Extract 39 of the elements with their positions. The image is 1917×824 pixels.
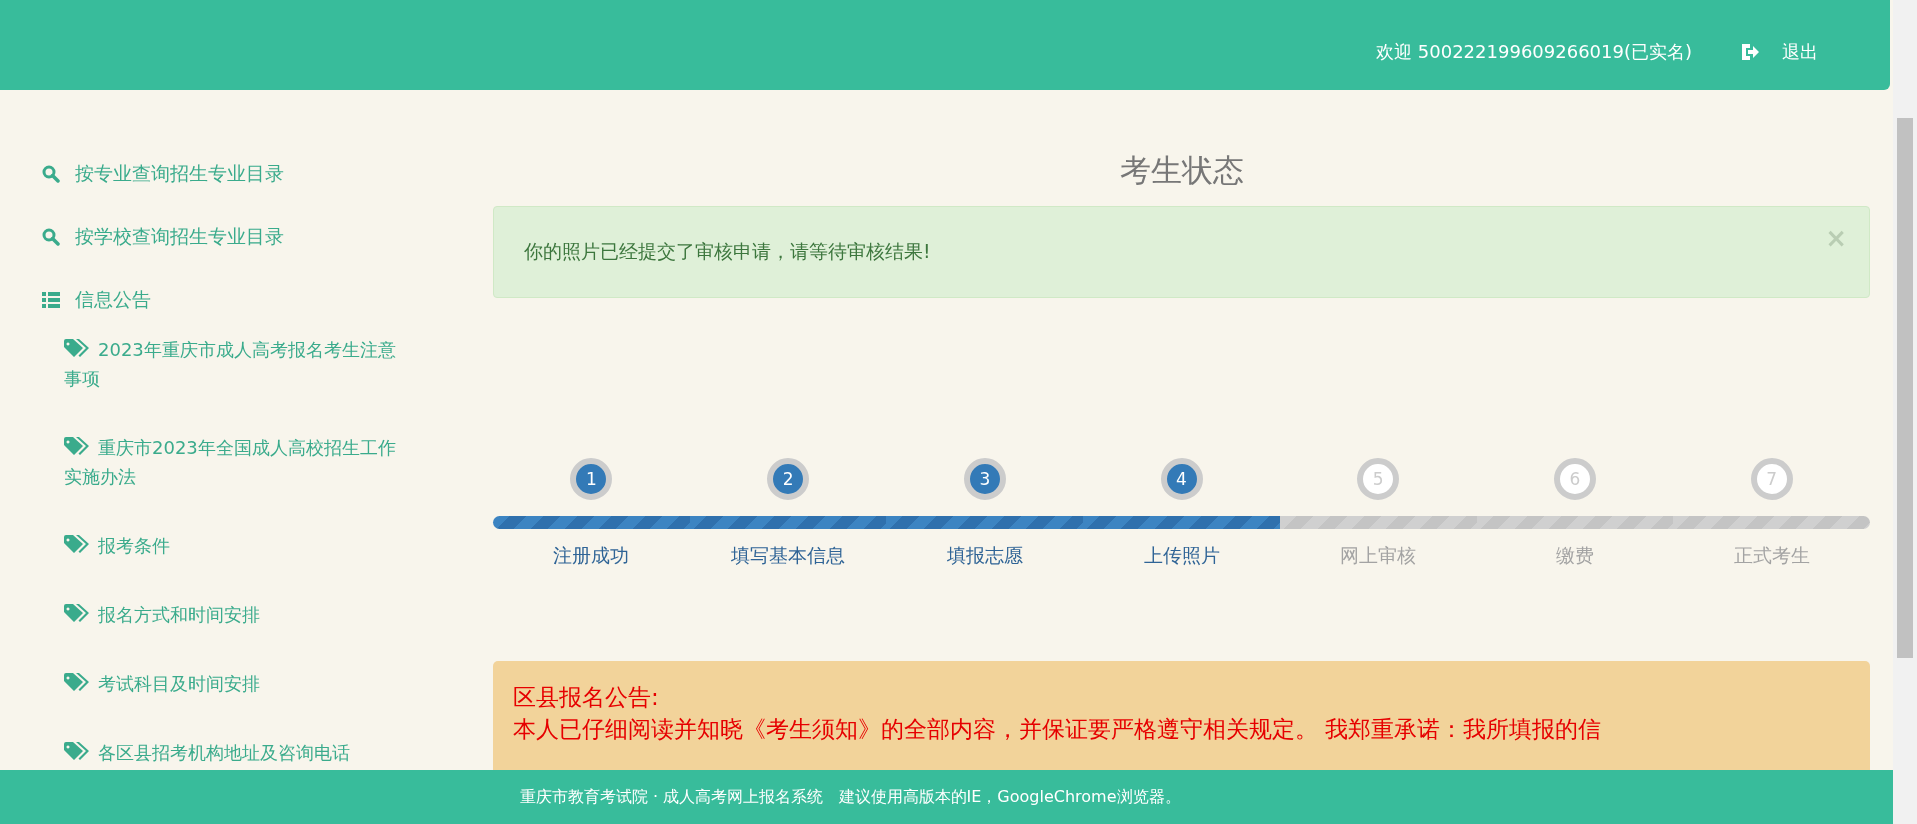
search-icon	[42, 227, 60, 246]
close-button[interactable]: ×	[1825, 225, 1847, 251]
logout-link[interactable]: 退出	[1740, 40, 1818, 64]
step-number: 3	[963, 458, 1006, 500]
step-label: 填报志愿	[946, 543, 1023, 568]
notice-title: 区县报名公告:	[513, 683, 660, 712]
step-label: 填写基本信息	[731, 543, 846, 568]
announcement-link[interactable]: 2023年重庆市成人高考报名考生注意事项	[64, 331, 409, 397]
sidebar-item[interactable]: 按学校查询招生专业目录	[42, 205, 460, 268]
tags-icon	[64, 437, 90, 457]
alert-text: 你的照片已经提交了审核申请，请等待审核结果!	[524, 239, 931, 264]
scrollbar[interactable]	[1893, 0, 1917, 824]
announcement-link[interactable]: 重庆市2023年全国成人高校招生工作实施办法	[64, 429, 409, 495]
notice-text: 本人已仔细阅读并知晓《考生须知》的全部内容，并保证要严格遵守相关规定。 我郑重承诺：我所填报的信	[513, 715, 1603, 744]
page-title: 考生状态	[1118, 151, 1245, 190]
step-number: 2	[767, 458, 810, 500]
announcement-link[interactable]: 考试科目及时间安排	[64, 665, 409, 702]
step-label: 网上审核	[1340, 543, 1417, 568]
tags-icon	[64, 742, 90, 762]
announcement-link[interactable]: 报考条件	[64, 527, 409, 564]
announcement-link[interactable]: 各区县招考机构地址及咨询电话	[64, 734, 409, 771]
tags-icon	[64, 673, 90, 693]
step-label: 上传照片	[1143, 543, 1220, 568]
welcome-text: 欢迎 500222199609266019(已实名)	[1376, 40, 1692, 64]
tags-icon	[64, 604, 90, 624]
step-label: 注册成功	[553, 543, 630, 568]
sidebar-item[interactable]: 按专业查询招生专业目录	[42, 142, 460, 205]
step-label: 缴费	[1555, 543, 1594, 568]
step-number: 4	[1160, 458, 1203, 500]
sidebar-item[interactable]: 信息公告	[42, 268, 460, 331]
step-label: 正式考生	[1733, 543, 1810, 568]
tags-icon	[64, 339, 90, 359]
announcement-link[interactable]: 报名方式和时间安排	[64, 596, 409, 633]
footer-text: 重庆市教育考试院 · 成人高考网上报名系统 建议使用高版本的IE，GoogleChrome浏览器。	[520, 786, 1181, 808]
step-number: 1	[570, 458, 613, 500]
logout-icon	[1740, 43, 1760, 61]
list-icon	[42, 291, 60, 308]
search-icon	[42, 164, 60, 183]
tags-icon	[64, 535, 90, 555]
